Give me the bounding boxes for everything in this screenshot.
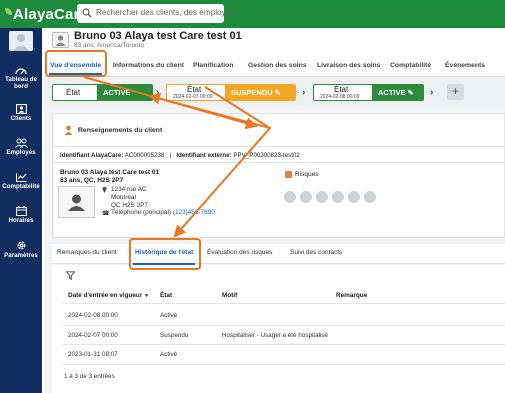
annotation-arrows [83, 76, 272, 238]
